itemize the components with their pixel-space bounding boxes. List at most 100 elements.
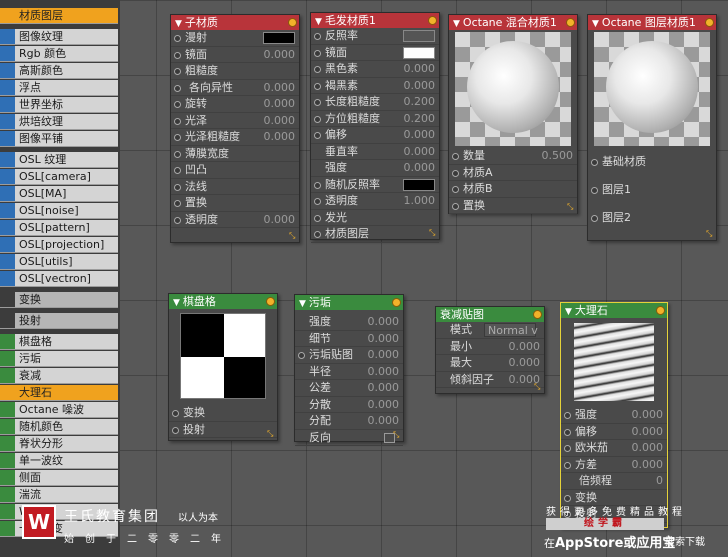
palette-item[interactable]: 烘培纹理	[0, 114, 118, 130]
param-value[interactable]: 0.000	[404, 160, 436, 177]
param-value[interactable]: 0.000	[368, 397, 400, 414]
param-row[interactable]: 强度 0.000	[295, 314, 403, 331]
output-port-icon[interactable]	[392, 298, 401, 307]
mode-dropdown[interactable]: Normal v	[484, 323, 538, 337]
param-row[interactable]: 置换	[171, 195, 299, 212]
param-row[interactable]: 强度 0.000	[311, 160, 439, 177]
input-port-icon[interactable]	[591, 215, 598, 222]
submaterial-node[interactable]: ▼ 子材质 漫射 镜面 0.000 粗糙度 各向异性 0.000 旋转 0.000 光泽 0.000…	[170, 14, 300, 243]
param-row[interactable]: 漫射	[171, 30, 299, 47]
param-row[interactable]: 半径 0.000	[295, 364, 403, 381]
input-port-icon[interactable]	[314, 115, 321, 123]
param-row[interactable]: 公差 0.000	[295, 380, 403, 397]
param-row[interactable]: 旋转 0.000	[171, 96, 299, 113]
palette-item[interactable]: 衰减	[0, 368, 118, 384]
param-value[interactable]: 0.000	[264, 212, 296, 229]
param-row[interactable]: 材质A	[449, 165, 577, 181]
param-row[interactable]: 图层1	[588, 176, 716, 204]
palette-item[interactable]: OSL[utils]	[0, 254, 118, 270]
input-port-icon[interactable]	[314, 214, 321, 222]
param-row[interactable]: 强度 0.000	[561, 407, 667, 424]
param-value[interactable]: 0.000	[509, 339, 541, 356]
output-port-icon[interactable]	[566, 18, 575, 27]
palette-item[interactable]: OSL 纹理	[0, 152, 118, 168]
color-swatch[interactable]	[403, 46, 435, 59]
octane-mix-material-node[interactable]: ▼ Octane 混合材质1 数量 0.500 材质A 材质B 置换 ⤡	[448, 14, 578, 214]
resize-handle-icon[interactable]: ⤡	[393, 431, 401, 439]
palette-item[interactable]: 随机颜色	[0, 419, 118, 435]
param-value[interactable]: 0.000	[264, 113, 296, 130]
input-port-icon[interactable]	[564, 428, 571, 436]
param-row[interactable]: 材质图层	[311, 226, 439, 243]
input-port-icon[interactable]	[314, 231, 321, 238]
param-row[interactable]: 欧米茄 0.000	[561, 440, 667, 457]
param-value[interactable]: 0.000	[368, 364, 400, 381]
input-port-icon[interactable]	[174, 200, 181, 207]
param-row[interactable]: 透明度 1.000	[311, 193, 439, 210]
collapse-triangle-icon[interactable]: ▼	[315, 15, 322, 28]
collapse-triangle-icon[interactable]: ▼	[173, 296, 180, 309]
node-header[interactable]: 衰减贴图	[436, 307, 544, 322]
param-row[interactable]: 分散 0.000	[295, 397, 403, 414]
param-value[interactable]: 0.000	[404, 144, 436, 161]
input-port-icon[interactable]	[452, 186, 459, 193]
param-row[interactable]: 粗糙度	[171, 63, 299, 80]
palette-item[interactable]: OSL[vectron]	[0, 271, 118, 287]
color-swatch[interactable]	[403, 178, 435, 191]
param-value[interactable]: 0.000	[632, 407, 664, 424]
param-value[interactable]: 0.000	[632, 457, 664, 474]
input-port-icon[interactable]	[172, 426, 179, 434]
param-value[interactable]: 0.000	[368, 413, 400, 430]
marble-node[interactable]: ▼ 大理石 强度 0.000 偏移 0.000 欧米茄 0.000 方差 0.000 倍频程 0 变换…	[560, 302, 668, 528]
input-port-icon[interactable]	[314, 198, 321, 205]
output-port-icon[interactable]	[288, 18, 297, 27]
input-port-icon[interactable]	[564, 494, 571, 502]
param-row[interactable]: 倾斜因子 0.000	[436, 372, 544, 388]
palette-item[interactable]: 湍流	[0, 487, 118, 503]
param-value[interactable]: 0.000	[632, 440, 664, 457]
collapse-triangle-icon[interactable]: ▼	[592, 17, 599, 30]
param-row[interactable]: 各向异性 0.000	[171, 80, 299, 97]
resize-handle-icon[interactable]: ⤡	[567, 203, 575, 211]
collapse-triangle-icon[interactable]: ▼	[453, 17, 460, 30]
input-port-icon[interactable]	[298, 352, 305, 359]
param-value[interactable]: 0.200	[404, 94, 436, 111]
param-row[interactable]: 细节 0.000	[295, 331, 403, 347]
param-value[interactable]: 0	[656, 473, 663, 490]
input-port-icon[interactable]	[314, 82, 321, 90]
checker-node[interactable]: ▼ 棋盘格 变换 投射 ⤡	[168, 293, 278, 441]
param-row[interactable]: 方位粗糙度 0.200	[311, 111, 439, 127]
param-row[interactable]: 偏移 0.000	[311, 127, 439, 144]
node-header[interactable]: ▼ 大理石	[561, 303, 667, 318]
input-port-icon[interactable]	[174, 216, 181, 224]
palette-item[interactable]: 变换	[0, 292, 118, 308]
param-value[interactable]: 0.000	[404, 61, 436, 78]
param-value[interactable]: 0.000	[368, 380, 400, 397]
input-port-icon[interactable]	[174, 51, 181, 59]
param-row[interactable]: 最大 0.000	[436, 355, 544, 372]
input-port-icon[interactable]	[174, 150, 181, 158]
palette-item[interactable]: OSL[projection]	[0, 237, 118, 253]
param-row[interactable]: 最小 0.000	[436, 339, 544, 356]
param-value[interactable]: 0.000	[404, 127, 436, 144]
input-port-icon[interactable]	[591, 187, 598, 194]
param-row[interactable]: 材质B	[449, 181, 577, 198]
param-row[interactable]: 光泽 0.000	[171, 113, 299, 130]
output-port-icon[interactable]	[428, 16, 437, 25]
palette-item[interactable]: 投射	[0, 313, 118, 329]
resize-handle-icon[interactable]: ⤡	[267, 430, 275, 438]
color-swatch[interactable]	[263, 32, 295, 44]
collapse-triangle-icon[interactable]: ▼	[299, 297, 306, 310]
input-port-icon[interactable]	[314, 66, 321, 73]
palette-item[interactable]: 污垢	[0, 351, 118, 367]
output-port-icon[interactable]	[266, 297, 275, 306]
node-header[interactable]: ▼ 毛发材质1	[311, 13, 439, 28]
param-value[interactable]: 0.000	[264, 80, 296, 97]
param-row[interactable]: 发光	[311, 210, 439, 226]
param-value[interactable]: 0.000	[632, 424, 664, 441]
collapse-triangle-icon[interactable]: ▼	[565, 305, 572, 318]
param-row[interactable]: 黑色素 0.000	[311, 61, 439, 78]
resize-handle-icon[interactable]: ⤡	[706, 230, 714, 238]
param-row[interactable]: 薄膜宽度	[171, 146, 299, 162]
param-row[interactable]: 投射	[169, 422, 277, 438]
